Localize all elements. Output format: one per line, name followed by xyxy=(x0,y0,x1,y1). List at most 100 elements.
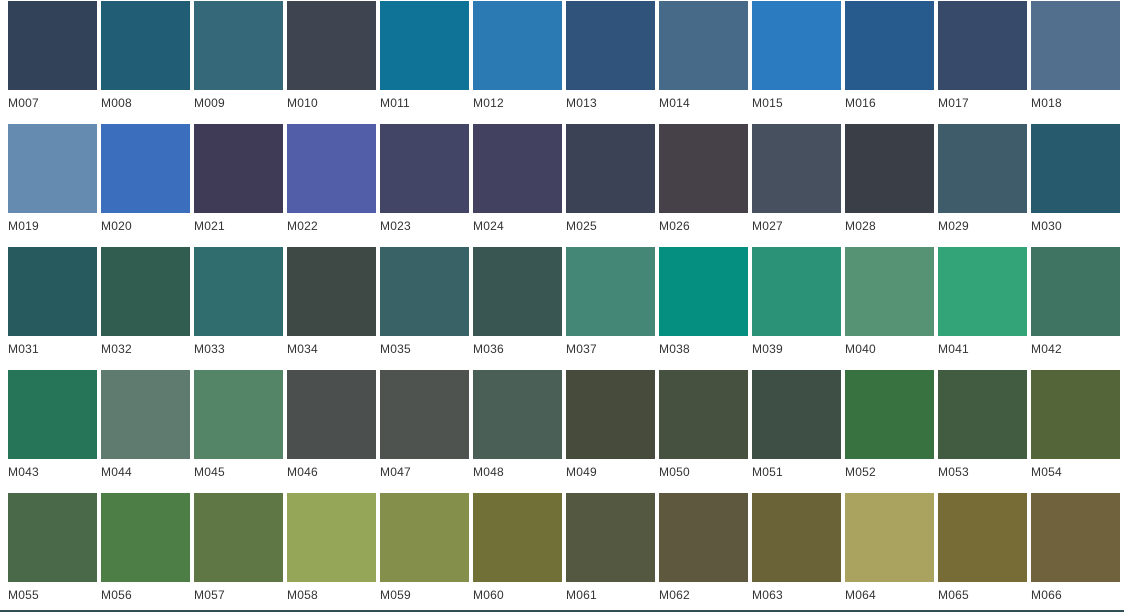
swatch-card[interactable]: M040 xyxy=(845,247,934,370)
swatch-card[interactable]: M064 xyxy=(845,493,934,616)
swatch-card[interactable]: M048 xyxy=(473,370,562,493)
swatch-card[interactable]: M026 xyxy=(659,124,748,247)
color-swatch[interactable] xyxy=(938,124,1027,213)
swatch-card[interactable]: M010 xyxy=(287,1,376,124)
color-swatch[interactable] xyxy=(752,124,841,213)
swatch-card[interactable]: M007 xyxy=(8,1,97,124)
swatch-card[interactable]: M011 xyxy=(380,1,469,124)
swatch-card[interactable]: M016 xyxy=(845,1,934,124)
color-swatch[interactable] xyxy=(659,247,748,336)
swatch-card[interactable]: M024 xyxy=(473,124,562,247)
color-swatch[interactable] xyxy=(845,1,934,90)
swatch-card[interactable]: M056 xyxy=(101,493,190,616)
swatch-card[interactable]: M053 xyxy=(938,370,1027,493)
swatch-card[interactable]: M020 xyxy=(101,124,190,247)
swatch-card[interactable]: M066 xyxy=(1031,493,1120,616)
color-swatch[interactable] xyxy=(566,493,655,582)
swatch-card[interactable]: M055 xyxy=(8,493,97,616)
swatch-card[interactable]: M065 xyxy=(938,493,1027,616)
swatch-card[interactable]: M034 xyxy=(287,247,376,370)
color-swatch[interactable] xyxy=(101,124,190,213)
swatch-card[interactable]: M021 xyxy=(194,124,283,247)
swatch-card[interactable]: M041 xyxy=(938,247,1027,370)
swatch-card[interactable]: M043 xyxy=(8,370,97,493)
color-swatch[interactable] xyxy=(194,370,283,459)
color-swatch[interactable] xyxy=(380,370,469,459)
color-swatch[interactable] xyxy=(845,370,934,459)
color-swatch[interactable] xyxy=(938,493,1027,582)
color-swatch[interactable] xyxy=(101,370,190,459)
color-swatch[interactable] xyxy=(566,370,655,459)
swatch-card[interactable]: M046 xyxy=(287,370,376,493)
color-swatch[interactable] xyxy=(287,124,376,213)
swatch-card[interactable]: M031 xyxy=(8,247,97,370)
color-swatch[interactable] xyxy=(8,493,97,582)
swatch-card[interactable]: M059 xyxy=(380,493,469,616)
swatch-card[interactable]: M052 xyxy=(845,370,934,493)
color-swatch[interactable] xyxy=(287,493,376,582)
color-swatch[interactable] xyxy=(845,247,934,336)
color-swatch[interactable] xyxy=(659,1,748,90)
color-swatch[interactable] xyxy=(287,1,376,90)
swatch-card[interactable]: M008 xyxy=(101,1,190,124)
swatch-card[interactable]: M012 xyxy=(473,1,562,124)
color-swatch[interactable] xyxy=(380,1,469,90)
color-swatch[interactable] xyxy=(1031,493,1120,582)
color-swatch[interactable] xyxy=(659,370,748,459)
swatch-card[interactable]: M029 xyxy=(938,124,1027,247)
swatch-card[interactable]: M027 xyxy=(752,124,841,247)
color-swatch[interactable] xyxy=(845,493,934,582)
color-swatch[interactable] xyxy=(845,124,934,213)
swatch-card[interactable]: M062 xyxy=(659,493,748,616)
color-swatch[interactable] xyxy=(8,370,97,459)
swatch-card[interactable]: M039 xyxy=(752,247,841,370)
swatch-card[interactable]: M060 xyxy=(473,493,562,616)
swatch-card[interactable]: M022 xyxy=(287,124,376,247)
swatch-card[interactable]: M019 xyxy=(8,124,97,247)
color-swatch[interactable] xyxy=(752,247,841,336)
swatch-card[interactable]: M030 xyxy=(1031,124,1120,247)
color-swatch[interactable] xyxy=(194,493,283,582)
color-swatch[interactable] xyxy=(938,247,1027,336)
swatch-card[interactable]: M037 xyxy=(566,247,655,370)
swatch-card[interactable]: M038 xyxy=(659,247,748,370)
swatch-card[interactable]: M025 xyxy=(566,124,655,247)
swatch-card[interactable]: M023 xyxy=(380,124,469,247)
color-swatch[interactable] xyxy=(752,1,841,90)
swatch-card[interactable]: M035 xyxy=(380,247,469,370)
color-swatch[interactable] xyxy=(473,370,562,459)
color-swatch[interactable] xyxy=(8,247,97,336)
swatch-card[interactable]: M051 xyxy=(752,370,841,493)
swatch-card[interactable]: M057 xyxy=(194,493,283,616)
color-swatch[interactable] xyxy=(659,124,748,213)
color-swatch[interactable] xyxy=(1031,124,1120,213)
color-swatch[interactable] xyxy=(287,247,376,336)
color-swatch[interactable] xyxy=(194,124,283,213)
color-swatch[interactable] xyxy=(938,1,1027,90)
color-swatch[interactable] xyxy=(8,1,97,90)
swatch-card[interactable]: M009 xyxy=(194,1,283,124)
swatch-card[interactable]: M058 xyxy=(287,493,376,616)
swatch-card[interactable]: M042 xyxy=(1031,247,1120,370)
swatch-card[interactable]: M061 xyxy=(566,493,655,616)
color-swatch[interactable] xyxy=(473,124,562,213)
color-swatch[interactable] xyxy=(380,124,469,213)
swatch-card[interactable]: M013 xyxy=(566,1,655,124)
color-swatch[interactable] xyxy=(8,124,97,213)
color-swatch[interactable] xyxy=(566,1,655,90)
swatch-card[interactable]: M045 xyxy=(194,370,283,493)
color-swatch[interactable] xyxy=(752,370,841,459)
swatch-card[interactable]: M033 xyxy=(194,247,283,370)
color-swatch[interactable] xyxy=(101,1,190,90)
color-swatch[interactable] xyxy=(566,247,655,336)
color-swatch[interactable] xyxy=(101,247,190,336)
color-swatch[interactable] xyxy=(194,1,283,90)
color-swatch[interactable] xyxy=(380,247,469,336)
color-swatch[interactable] xyxy=(194,247,283,336)
swatch-card[interactable]: M036 xyxy=(473,247,562,370)
swatch-card[interactable]: M018 xyxy=(1031,1,1120,124)
swatch-card[interactable]: M014 xyxy=(659,1,748,124)
color-swatch[interactable] xyxy=(101,493,190,582)
color-swatch[interactable] xyxy=(1031,1,1120,90)
color-swatch[interactable] xyxy=(938,370,1027,459)
